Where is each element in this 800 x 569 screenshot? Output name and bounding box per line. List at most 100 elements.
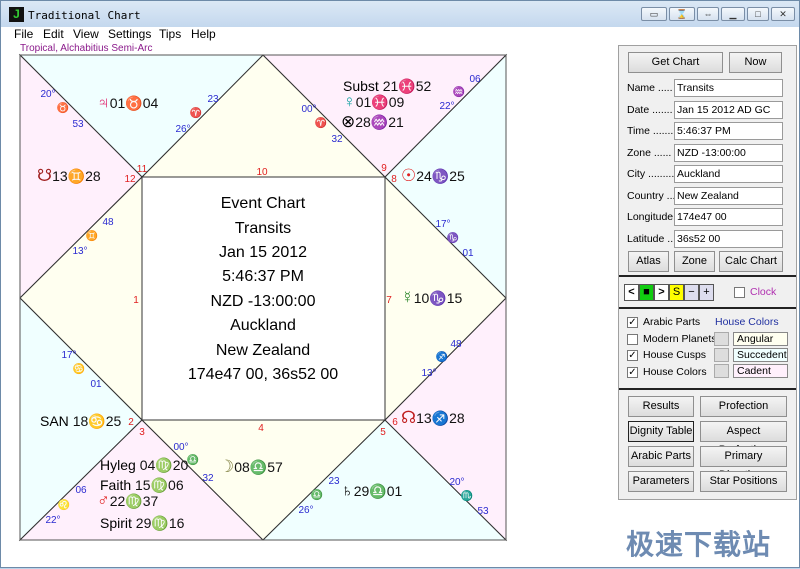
point-glyph-icon: Spirit <box>100 515 136 531</box>
minus-button[interactable]: − <box>684 284 699 301</box>
point-sign: ♍ <box>155 457 172 474</box>
get-chart-button[interactable]: Get Chart <box>628 52 723 73</box>
zone-field[interactable]: NZD -13:00:00 <box>674 143 783 162</box>
point-deg: 15 <box>135 477 151 493</box>
point-mars: ♂22♍37 <box>97 491 159 510</box>
house-number: 3 <box>139 427 145 438</box>
prev-button[interactable]: < <box>624 284 639 301</box>
center-line: Auckland <box>230 317 296 334</box>
divider <box>619 307 796 309</box>
point-mercury: ☿10♑15 <box>401 288 463 307</box>
now-button[interactable]: Now <box>729 52 782 73</box>
center-line: 5:46:37 PM <box>222 268 304 285</box>
action-button[interactable]: Dignity Table <box>628 421 694 442</box>
point-min: 06 <box>168 477 184 493</box>
step-button[interactable]: S <box>669 284 684 301</box>
point-glyph-icon: ☽ <box>219 457 234 476</box>
cusp-label: 48 <box>450 339 462 350</box>
divider <box>619 388 796 390</box>
cusp-label: 53 <box>72 119 84 130</box>
action-button[interactable]: Arabic Parts <box>628 446 694 467</box>
point-hyleg: Hyleg 04♍20 <box>100 457 188 474</box>
house-number: 5 <box>380 427 386 438</box>
point-deg: 08 <box>234 459 250 475</box>
cusp-label: 26° <box>175 124 190 135</box>
plus-button[interactable]: + <box>699 284 714 301</box>
point-min: 57 <box>267 459 283 475</box>
name-field[interactable]: Transits <box>674 79 783 97</box>
center-line: Transits <box>235 220 291 237</box>
cusp-label: ♈ <box>190 106 202 119</box>
succedent-color-button[interactable] <box>714 348 729 362</box>
center-line: New Zealand <box>216 342 310 359</box>
option-checkbox[interactable] <box>627 333 638 345</box>
point-deg: 29 <box>136 515 152 531</box>
house-number: 2 <box>128 417 134 428</box>
action-button[interactable]: Results <box>628 396 694 417</box>
cusp-label: 20° <box>40 89 55 100</box>
option-checkbox[interactable]: ✓ <box>627 317 638 328</box>
point-sign: ♎ <box>369 483 386 500</box>
country-field[interactable]: New Zealand <box>674 186 783 205</box>
extra-button-2[interactable]: ⌛ <box>669 7 695 21</box>
point-sign: ♑ <box>432 168 449 185</box>
action-button[interactable]: Star Positions <box>700 471 787 492</box>
control-panel: Get Chart Now Name ..... Transits Date ...… <box>618 45 797 500</box>
field-label: Name ..... <box>627 82 673 94</box>
atlas-button[interactable]: Atlas <box>628 251 669 272</box>
succedent-swatch: Succedent <box>733 348 788 362</box>
point-sign: ♓ <box>371 94 388 111</box>
maximize-button[interactable]: □ <box>747 7 769 21</box>
point-sign: ♎ <box>250 459 267 476</box>
point-sun: ☉24♑25 <box>401 166 465 185</box>
close-button[interactable]: ✕ <box>771 7 795 21</box>
action-button[interactable]: Parameters <box>628 471 694 492</box>
point-min: 15 <box>447 290 463 306</box>
action-button[interactable]: Aspect Perfection <box>700 421 787 456</box>
extra-button-1[interactable]: ▭ <box>641 7 667 21</box>
stop-button[interactable]: ■ <box>639 284 654 301</box>
option-label: House Colors <box>643 366 707 379</box>
field-label: City .......... <box>627 168 678 180</box>
cusp-label: ♋ <box>73 362 85 375</box>
option-label: Modern Planets <box>643 332 717 345</box>
next-button[interactable]: > <box>654 284 669 301</box>
option-checkbox[interactable]: ✓ <box>627 350 638 362</box>
point-sign: ♋ <box>88 413 105 430</box>
point-min: 28 <box>85 168 101 184</box>
longitude-field[interactable]: 174e47 00 <box>674 208 783 226</box>
date-field[interactable]: Jan 15 2012 AD GC <box>674 100 783 119</box>
action-button[interactable]: Primary Directions <box>700 446 787 481</box>
option-checkbox[interactable]: ✓ <box>627 367 638 379</box>
house-number: 12 <box>124 174 136 185</box>
point-sign: ♍ <box>151 477 168 494</box>
clock-checkbox[interactable] <box>734 287 745 298</box>
point-deg: 10 <box>414 290 430 306</box>
angular-color-button[interactable] <box>714 332 729 346</box>
chart-wheel[interactable]: Event Chart Transits Jan 15 2012 5:46:37… <box>1 1 616 569</box>
cusp-label: 53 <box>477 506 489 517</box>
point-glyph-icon: ♂ <box>97 491 110 510</box>
cusp-label: ♎ <box>311 488 323 501</box>
minimize-button[interactable]: ▁ <box>721 7 745 21</box>
point-min: 28 <box>449 410 465 426</box>
time-field[interactable]: 5:46:37 PM <box>674 122 783 140</box>
cusp-label: 13° <box>72 246 87 257</box>
extra-button-3[interactable]: ⇔ <box>697 7 719 21</box>
point-fortune: ⊗28♒21 <box>341 112 404 131</box>
point-min: 52 <box>416 78 432 94</box>
cusp-label: ♊ <box>86 229 98 242</box>
latitude-field[interactable]: 36s52 00 <box>674 229 783 248</box>
cusp-label: 32 <box>202 473 214 484</box>
point-venus: ♀01♓09 <box>343 92 405 111</box>
point-glyph-icon: ☉ <box>401 166 416 185</box>
point-min: 16 <box>169 515 185 531</box>
cusp-label: ♏ <box>461 489 473 502</box>
cadent-color-button[interactable] <box>714 364 729 378</box>
city-field[interactable]: Auckland <box>674 165 783 183</box>
zone-button[interactable]: Zone <box>674 251 715 272</box>
point-glyph-icon: ♄ <box>341 481 354 500</box>
point-min: 21 <box>388 114 404 130</box>
calc-chart-button[interactable]: Calc Chart <box>719 251 783 272</box>
action-button[interactable]: Profection <box>700 396 787 417</box>
